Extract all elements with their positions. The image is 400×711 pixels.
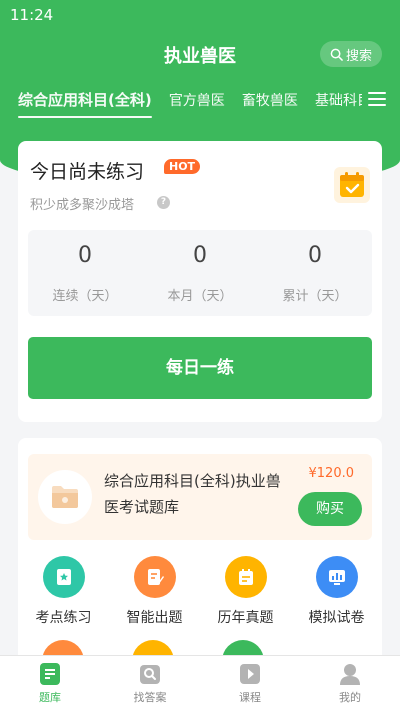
feature-smart-quiz[interactable]: 智能出题 [109, 556, 200, 627]
feature-label: 智能出题 [126, 610, 183, 626]
search-label: 搜索 [345, 48, 372, 64]
nav-label: 题库 [39, 691, 61, 704]
stat-total: 0 累计（天） [258, 230, 372, 304]
practice-stats: 0 连续（天） 0 本月（天） 0 累计（天） [28, 230, 372, 316]
stat-consecutive: 0 连续（天） [28, 230, 142, 304]
past-exams-icon [224, 556, 267, 598]
stat-label: 连续（天） [52, 289, 118, 304]
hot-badge: HOT [164, 159, 201, 174]
tab-comprehensive[interactable]: 综合应用科目(全科) [18, 88, 152, 118]
feature-mock-exam[interactable]: 模拟试卷 [291, 556, 382, 627]
status-bar: 11:24 [0, 0, 400, 30]
nav-courses[interactable]: 课程 [200, 662, 300, 705]
stat-value: 0 [78, 243, 92, 268]
nav-label: 找答案 [133, 691, 167, 704]
product-cover [38, 470, 92, 524]
find-answers-icon [140, 665, 160, 684]
tab-official-vet[interactable]: 官方兽医 [169, 88, 225, 110]
product-name: 综合应用科目(全科)执业兽医考试题库 [104, 472, 281, 516]
stat-value: 0 [193, 243, 207, 268]
nav-profile[interactable]: 我的 [300, 662, 400, 705]
calendar-check-icon[interactable] [334, 167, 370, 203]
status-time: 11:24 [10, 6, 54, 24]
feature-grid: 考点练习 智能出题 历年真题 模拟试卷 [18, 556, 382, 626]
stat-label: 累计（天） [282, 289, 348, 304]
feature-past-exams[interactable]: 历年真题 [200, 556, 291, 627]
practice-status-title: 今日尚未练习 [30, 161, 145, 183]
play-video-icon [240, 664, 260, 684]
stat-label: 本月（天） [167, 289, 233, 304]
tab-livestock-vet[interactable]: 畜牧兽医 [242, 88, 298, 110]
nav-label: 课程 [239, 691, 261, 704]
menu-icon[interactable] [368, 92, 386, 108]
buy-button[interactable]: 购买 [298, 492, 362, 526]
bottom-navigation: 题库 找答案 课程 我的 [0, 655, 400, 711]
nav-question-bank[interactable]: 题库 [0, 662, 100, 705]
practice-subtitle: 积少成多聚沙成塔 [30, 198, 135, 213]
daily-practice-card: 今日尚未练习 HOT 积少成多聚沙成塔 ? 0 连续（天） 0 本月（天） 0 … [18, 141, 382, 422]
feature-label: 考点练习 [35, 610, 92, 626]
daily-practice-button[interactable]: 每日一练 [28, 337, 372, 399]
key-points-icon [42, 556, 85, 598]
feature-key-points[interactable]: 考点练习 [18, 556, 109, 627]
product-price: ¥120.0 [308, 466, 355, 481]
smart-quiz-icon [133, 556, 176, 598]
subject-tabs: 综合应用科目(全科) 官方兽医 畜牧兽医 基础科目 [18, 88, 362, 124]
product-banner[interactable]: 综合应用科目(全科)执业兽医考试题库 ¥120.0 购买 [28, 454, 372, 540]
feature-label: 历年真题 [217, 610, 274, 626]
stat-value: 0 [308, 243, 322, 268]
help-icon[interactable]: ? [157, 196, 170, 209]
tab-basic-subject[interactable]: 基础科目 [315, 88, 362, 110]
search-icon [330, 48, 343, 61]
user-icon [340, 664, 360, 685]
question-bank-icon [40, 663, 60, 685]
title-bar: 执业兽医 搜索 [0, 38, 400, 70]
nav-find-answers[interactable]: 找答案 [100, 662, 200, 705]
question-bank-card: 综合应用科目(全科)执业兽医考试题库 ¥120.0 购买 考点练习 智能出题 历… [18, 438, 382, 682]
feature-label: 模拟试卷 [308, 610, 365, 626]
folder-icon [52, 486, 78, 508]
search-button[interactable]: 搜索 [320, 41, 382, 67]
stat-this-month: 0 本月（天） [143, 230, 257, 304]
mock-exam-icon [315, 556, 358, 598]
nav-label: 我的 [339, 691, 361, 704]
